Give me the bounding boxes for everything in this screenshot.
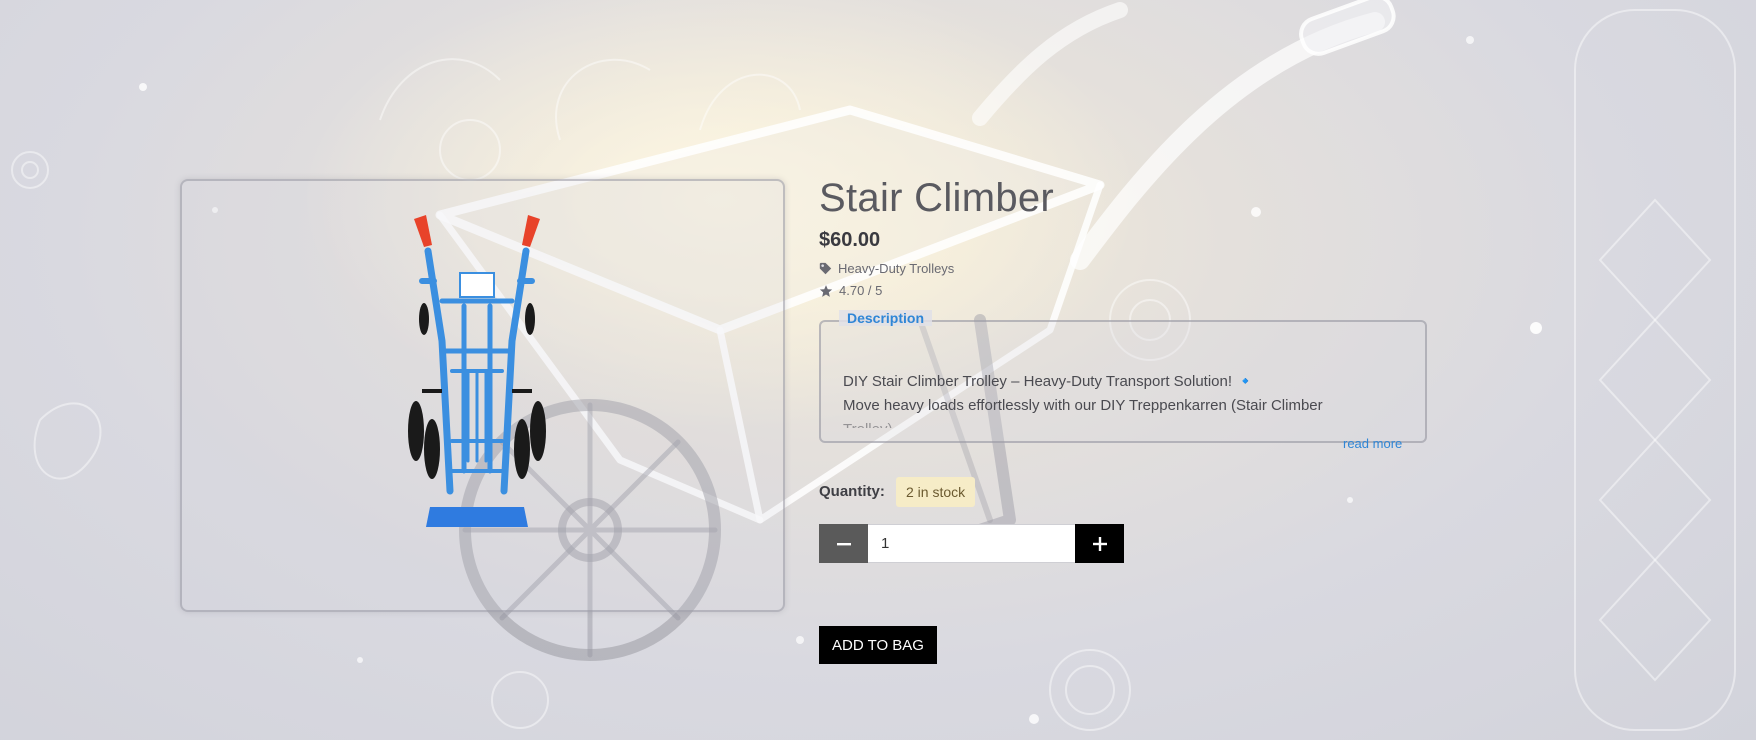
plus-icon — [1092, 536, 1107, 551]
quantity-label: Quantity: — [819, 483, 885, 500]
increase-quantity-button[interactable] — [1075, 524, 1124, 563]
description-line-3: Trolley) — [843, 418, 1403, 428]
product-category-label: Heavy-Duty Trolleys — [838, 261, 955, 276]
add-to-bag-button[interactable]: ADD TO BAG — [819, 626, 937, 664]
description-heading: Description — [839, 310, 933, 326]
product-rating: 4.70 / 5 — [819, 283, 882, 298]
read-more-link[interactable]: read more — [1343, 436, 1402, 451]
quantity-stepper — [819, 524, 1124, 563]
description-box: Description DIY Stair Climber Trolley – … — [819, 310, 1427, 443]
description-line-1: DIY Stair Climber Trolley – Heavy-Duty T… — [843, 373, 1255, 390]
minus-icon — [836, 542, 851, 545]
stock-badge: 2 in stock — [896, 477, 976, 507]
product-image-panel — [180, 179, 785, 612]
product-price: $60.00 — [819, 229, 881, 251]
product-title: Stair Climber — [819, 176, 1055, 220]
decrease-quantity-button[interactable] — [819, 524, 868, 563]
product-category[interactable]: Heavy-Duty Trolleys — [819, 261, 954, 276]
quantity-input[interactable] — [868, 524, 1075, 563]
product-rating-value: 4.70 / 5 — [839, 283, 883, 298]
description-text: DIY Stair Climber Trolley – Heavy-Duty T… — [843, 370, 1403, 428]
description-line-2: Move heavy loads effortlessly with our D… — [843, 397, 1323, 414]
star-icon — [819, 284, 833, 297]
product-image[interactable] — [402, 211, 552, 531]
tag-icon — [819, 262, 832, 275]
